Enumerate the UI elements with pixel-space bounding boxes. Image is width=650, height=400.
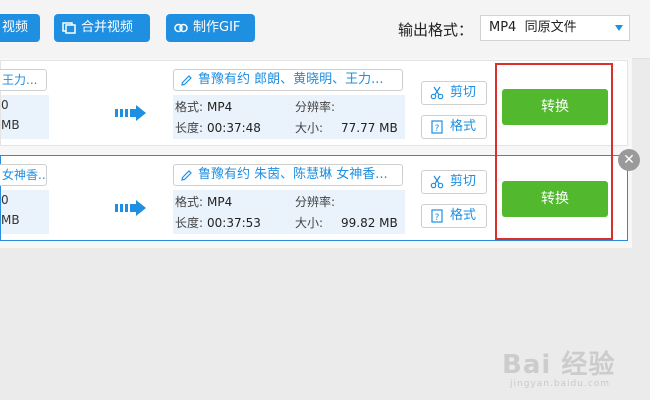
output-format-select[interactable]: MP4 同原文件 (480, 15, 630, 41)
source-info: 0 MB (1, 190, 49, 234)
gif-icon (174, 23, 188, 33)
format-btn-label: 格式 (450, 119, 477, 134)
convert-button[interactable]: 转换 (502, 181, 608, 217)
arrow-right-icon (115, 200, 146, 216)
format-button[interactable]: ? 格式 (421, 115, 487, 139)
size-key: 大小: (295, 216, 324, 230)
cut-label: 剪切 (450, 174, 477, 189)
watermark: Bai 经验 jingyan.baidu.com (502, 344, 615, 389)
output-info: 格式: MP4 分辨率: 长度: 00:37:53 大小: 99.82 MB (173, 190, 405, 234)
output-name: 鲁豫有约 朱茵、陈慧琳 女神香... (198, 167, 388, 182)
format-value: MP4 (207, 195, 233, 209)
source-info-line: 0 (1, 98, 9, 112)
watermark-logo: Bai 经验 (502, 350, 616, 380)
file-row[interactable]: 女神香... 0 MB 鲁豫有约 朱茵、陈慧琳 女神香... 格式: MP4 分… (0, 155, 628, 241)
file-row[interactable]: 王力... 0 MB 鲁豫有约 郎朗、黄晓明、王力... 格式: MP4 分辨率… (0, 60, 628, 146)
video-button[interactable]: 视频 (0, 14, 40, 42)
format-btn-label: 格式 (450, 208, 477, 223)
size-value: 77.77 MB (341, 121, 398, 135)
arrow-right-icon (115, 105, 146, 121)
svg-text:?: ? (435, 213, 440, 223)
scissors-icon (430, 86, 444, 100)
output-info: 格式: MP4 分辨率: 长度: 00:37:48 大小: 77.77 MB (173, 95, 405, 139)
document-question-icon: ? (431, 120, 443, 134)
output-name-field[interactable]: 鲁豫有约 朱茵、陈慧琳 女神香... (173, 164, 403, 186)
merge-video-button[interactable]: 合并视频 (54, 14, 150, 42)
cut-label: 剪切 (450, 85, 477, 100)
format-key: 格式: (175, 195, 204, 209)
file-list: 王力... 0 MB 鲁豫有约 郎朗、黄晓明、王力... 格式: MP4 分辨率… (0, 58, 632, 248)
output-format-value: MP4 同原文件 (489, 20, 577, 35)
cut-button[interactable]: 剪切 (421, 170, 487, 194)
chevron-down-icon (615, 25, 623, 31)
size-key: 大小: (295, 121, 324, 135)
cut-button[interactable]: 剪切 (421, 81, 487, 105)
close-icon[interactable]: ✕ (618, 149, 640, 171)
make-gif-label: 制作GIF (193, 20, 241, 35)
video-button-label: 视频 (2, 20, 29, 35)
pencil-icon (181, 169, 192, 181)
duration-key: 长度: (175, 121, 204, 135)
source-info-line: MB (1, 213, 20, 227)
format-value: MP4 (207, 100, 233, 114)
format-button[interactable]: ? 格式 (421, 204, 487, 228)
source-info-line: MB (1, 118, 20, 132)
svg-text:?: ? (435, 124, 440, 134)
document-question-icon: ? (431, 209, 443, 223)
source-info-line: 0 (1, 193, 9, 207)
output-name-field[interactable]: 鲁豫有约 郎朗、黄晓明、王力... (173, 69, 403, 91)
format-key: 格式: (175, 100, 204, 114)
make-gif-button[interactable]: 制作GIF (166, 14, 255, 42)
output-format-label: 输出格式： (398, 21, 474, 39)
output-name: 鲁豫有约 郎朗、黄晓明、王力... (198, 72, 384, 87)
resolution-key: 分辨率: (295, 195, 336, 209)
pencil-icon (181, 74, 192, 86)
source-name[interactable]: 王力... (0, 69, 47, 91)
resolution-key: 分辨率: (295, 100, 336, 114)
toolbar: 视频 合并视频 制作GIF 输出格式： MP4 同原文件 (0, 0, 650, 59)
convert-button[interactable]: 转换 (502, 89, 608, 125)
size-value: 99.82 MB (341, 216, 398, 230)
merge-icon (62, 22, 76, 34)
duration-key: 长度: (175, 216, 204, 230)
merge-video-label: 合并视频 (81, 20, 134, 35)
source-name[interactable]: 女神香... (0, 164, 47, 186)
scissors-icon (430, 175, 444, 189)
duration-value: 00:37:53 (207, 216, 261, 230)
duration-value: 00:37:48 (207, 121, 261, 135)
source-info: 0 MB (1, 95, 49, 139)
